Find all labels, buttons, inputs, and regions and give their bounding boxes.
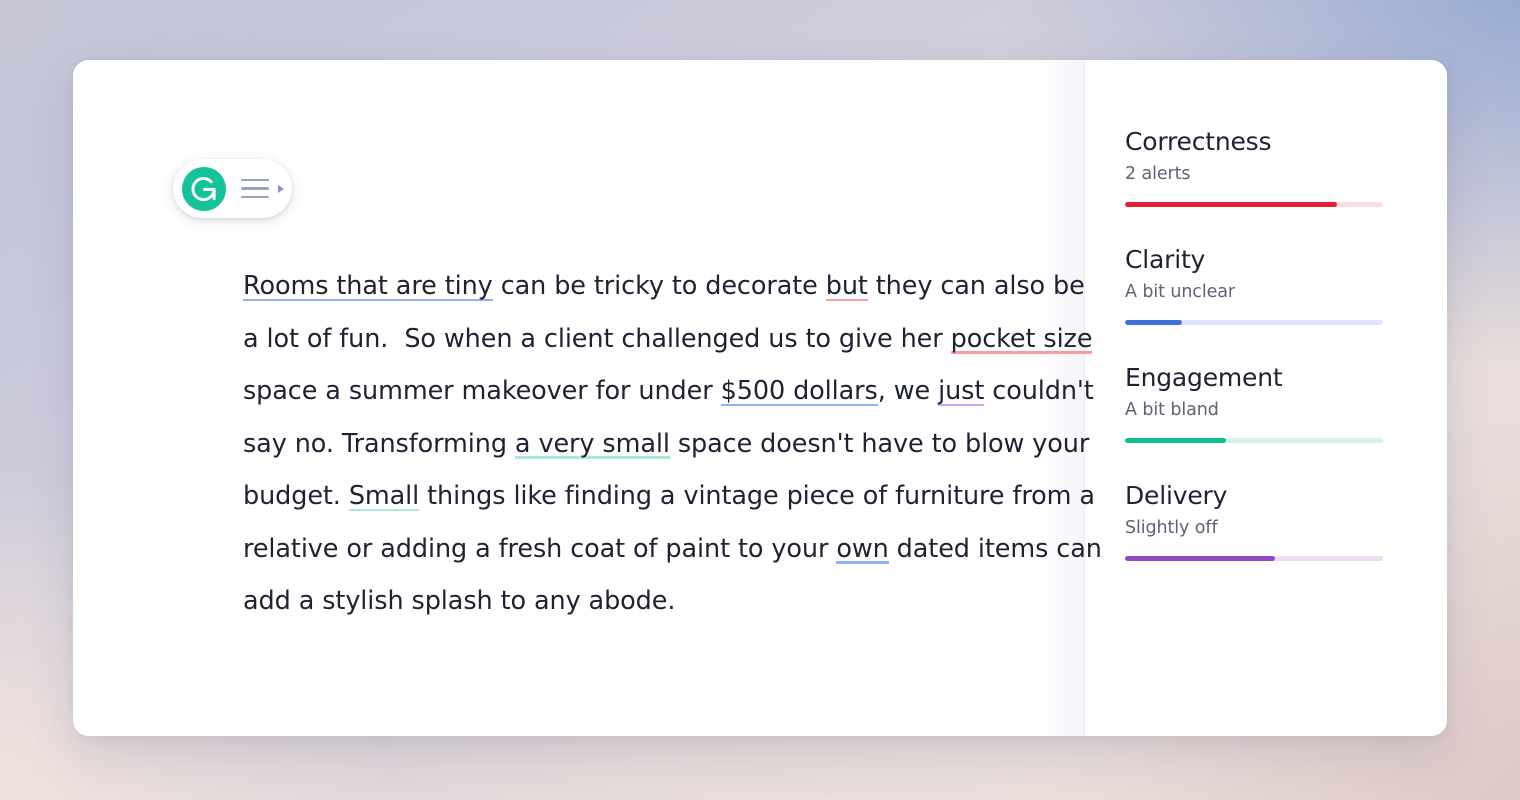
score-status: 2 alerts	[1125, 164, 1191, 184]
score-progress-fill	[1125, 556, 1275, 561]
score-title: Engagement	[1125, 363, 1283, 392]
text-run: , we	[877, 376, 939, 406]
score-status: A bit unclear	[1125, 282, 1235, 302]
score-progress-bar	[1125, 438, 1383, 443]
score-progress-bar	[1125, 202, 1383, 207]
score-progress-fill	[1125, 320, 1182, 325]
score-block-delivery[interactable]: Delivery Slightly off	[1125, 481, 1383, 561]
hamburger-menu-icon[interactable]	[241, 178, 269, 199]
hamburger-line	[241, 195, 269, 199]
editor-pane: Rooms that are tiny can be tricky to dec…	[73, 60, 1102, 736]
hamburger-line	[241, 187, 269, 190]
score-status: Slightly off	[1125, 518, 1218, 538]
score-block-correctness[interactable]: Correctness 2 alerts	[1125, 127, 1383, 207]
score-progress-fill	[1125, 202, 1337, 207]
app-card: Rooms that are tiny can be tricky to dec…	[73, 60, 1447, 736]
score-title: Clarity	[1125, 245, 1206, 274]
score-status: A bit bland	[1125, 400, 1219, 420]
score-title: Delivery	[1125, 481, 1228, 510]
suggestion-green[interactable]: a very small	[514, 428, 670, 459]
grammarly-toolbar-pill[interactable]	[173, 159, 292, 218]
text-run: can be tricky to decorate	[492, 271, 826, 301]
suggestion-blue[interactable]: Rooms that are tiny	[243, 271, 493, 301]
score-block-engagement[interactable]: Engagement A bit bland	[1125, 363, 1383, 443]
score-progress-bar	[1125, 320, 1383, 325]
caret-right-icon[interactable]	[278, 184, 284, 193]
document-text-body[interactable]: Rooms that are tiny can be tricky to dec…	[243, 260, 1103, 628]
suggestion-green[interactable]: Small	[348, 481, 419, 511]
score-progress-fill	[1125, 438, 1226, 443]
score-title: Correctness	[1125, 127, 1272, 156]
score-progress-bar	[1125, 556, 1383, 561]
suggestion-blue[interactable]: $500 dollars	[720, 376, 878, 406]
assistant-sidebar: Correctness 2 alerts Clarity A bit unclear E…	[1084, 60, 1447, 736]
suggestion-blue[interactable]: own	[836, 533, 889, 564]
grammarly-logo-icon[interactable]	[181, 166, 227, 212]
suggestion-pink[interactable]: but	[825, 271, 868, 301]
suggestion-pink[interactable]: pocket size	[950, 323, 1093, 354]
suggestion-purple[interactable]: just	[938, 376, 984, 406]
score-block-clarity[interactable]: Clarity A bit unclear	[1125, 245, 1383, 325]
hamburger-line	[241, 178, 269, 182]
